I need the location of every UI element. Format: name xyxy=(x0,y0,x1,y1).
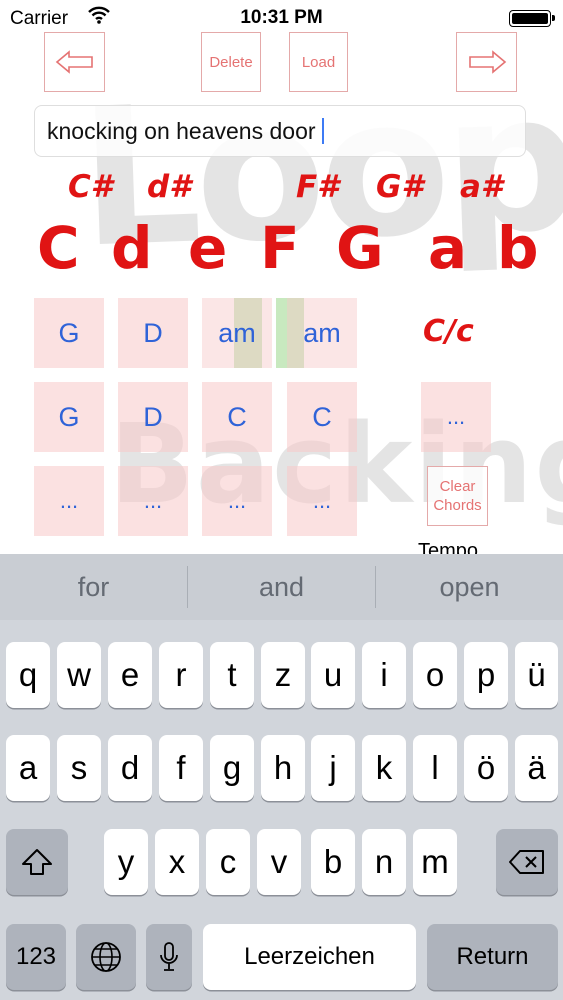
key-sharp-d[interactable]: d# xyxy=(147,172,191,203)
key-note-e[interactable]: e xyxy=(188,219,227,277)
extra-chord-cell[interactable]: ... xyxy=(421,382,491,452)
key-sharp-a[interactable]: a# xyxy=(460,172,503,203)
chord-cell[interactable]: C xyxy=(202,382,272,452)
key-f[interactable]: f xyxy=(159,735,203,801)
suggestion-bar: for and open xyxy=(0,554,563,620)
song-title-value: knocking on heavens door xyxy=(47,117,316,144)
key-note-c[interactable]: C xyxy=(37,219,80,277)
chord-cell[interactable]: ... xyxy=(202,466,272,536)
key-n[interactable]: n xyxy=(362,829,406,895)
key-o-umlaut[interactable]: ö xyxy=(464,735,508,801)
dictation-key[interactable] xyxy=(146,924,192,990)
key-m[interactable]: m xyxy=(413,829,457,895)
arrow-left-icon xyxy=(55,50,93,74)
key-d[interactable]: d xyxy=(108,735,152,801)
chord-cell[interactable]: ... xyxy=(118,466,188,536)
battery-icon xyxy=(509,10,555,27)
key-a[interactable]: a xyxy=(6,735,50,801)
previous-button[interactable] xyxy=(44,32,105,92)
key-sharp-g[interactable]: G# xyxy=(376,172,423,203)
chord-cell[interactable]: G xyxy=(34,298,104,368)
major-minor-toggle[interactable]: C/c xyxy=(423,314,474,349)
key-o[interactable]: o xyxy=(413,642,457,708)
key-c[interactable]: c xyxy=(206,829,250,895)
song-title-input[interactable]: knocking on heavens door xyxy=(34,105,526,157)
key-t[interactable]: t xyxy=(210,642,254,708)
chord-cell[interactable]: C xyxy=(287,382,357,452)
key-sharp-f[interactable]: F# xyxy=(296,172,339,203)
backspace-icon xyxy=(509,850,544,874)
key-l[interactable]: l xyxy=(413,735,457,801)
key-sharp-c[interactable]: C# xyxy=(68,172,112,203)
key-note-f[interactable]: F xyxy=(260,219,300,277)
suggestion-item[interactable]: for xyxy=(0,554,187,620)
key-note-b[interactable]: b xyxy=(497,219,539,277)
suggestion-item[interactable]: and xyxy=(188,554,375,620)
key-note-d[interactable]: d xyxy=(111,219,153,277)
key-q[interactable]: q xyxy=(6,642,50,708)
next-button[interactable] xyxy=(456,32,517,92)
arrow-right-icon xyxy=(468,50,506,74)
keyboard: for and open q w e r t z u i o p ü a s d… xyxy=(0,554,563,1000)
globe-icon xyxy=(91,942,121,972)
key-note-a[interactable]: a xyxy=(428,219,467,277)
key-v[interactable]: v xyxy=(257,829,301,895)
chord-cell[interactable]: D xyxy=(118,298,188,368)
clear-chords-button[interactable]: Clear Chords xyxy=(427,466,488,526)
chord-cell[interactable]: D xyxy=(118,382,188,452)
key-s[interactable]: s xyxy=(57,735,101,801)
key-note-g[interactable]: G xyxy=(336,219,384,277)
chord-cell[interactable]: G xyxy=(34,382,104,452)
key-h[interactable]: h xyxy=(261,735,305,801)
key-j[interactable]: j xyxy=(311,735,355,801)
key-u-umlaut[interactable]: ü xyxy=(515,642,558,708)
key-y[interactable]: y xyxy=(104,829,148,895)
key-x[interactable]: x xyxy=(155,829,199,895)
suggestion-item[interactable]: open xyxy=(376,554,563,620)
key-b[interactable]: b xyxy=(311,829,355,895)
clock: 10:31 PM xyxy=(240,7,323,28)
key-i[interactable]: i xyxy=(362,642,406,708)
key-w[interactable]: w xyxy=(57,642,101,708)
text-caret xyxy=(321,118,324,144)
chord-cell[interactable]: ... xyxy=(287,466,357,536)
backspace-key[interactable] xyxy=(496,829,558,895)
numbers-key[interactable]: 123 xyxy=(6,924,66,990)
key-z[interactable]: z xyxy=(261,642,305,708)
load-button[interactable]: Load xyxy=(289,32,348,92)
shift-key[interactable] xyxy=(6,829,68,895)
key-r[interactable]: r xyxy=(159,642,203,708)
key-a-umlaut[interactable]: ä xyxy=(515,735,558,801)
microphone-icon xyxy=(160,942,178,971)
return-key[interactable]: Return xyxy=(427,924,558,990)
chord-cell[interactable]: am xyxy=(202,298,272,368)
shift-icon xyxy=(22,849,52,875)
key-g[interactable]: g xyxy=(210,735,254,801)
chord-cell[interactable]: ... xyxy=(34,466,104,536)
key-p[interactable]: p xyxy=(464,642,508,708)
globe-key[interactable] xyxy=(76,924,136,990)
key-k[interactable]: k xyxy=(362,735,406,801)
space-key[interactable]: Leerzeichen xyxy=(203,924,416,990)
chord-cell[interactable]: am xyxy=(287,298,357,368)
key-u[interactable]: u xyxy=(311,642,355,708)
delete-button[interactable]: Delete xyxy=(201,32,261,92)
key-e[interactable]: e xyxy=(108,642,152,708)
